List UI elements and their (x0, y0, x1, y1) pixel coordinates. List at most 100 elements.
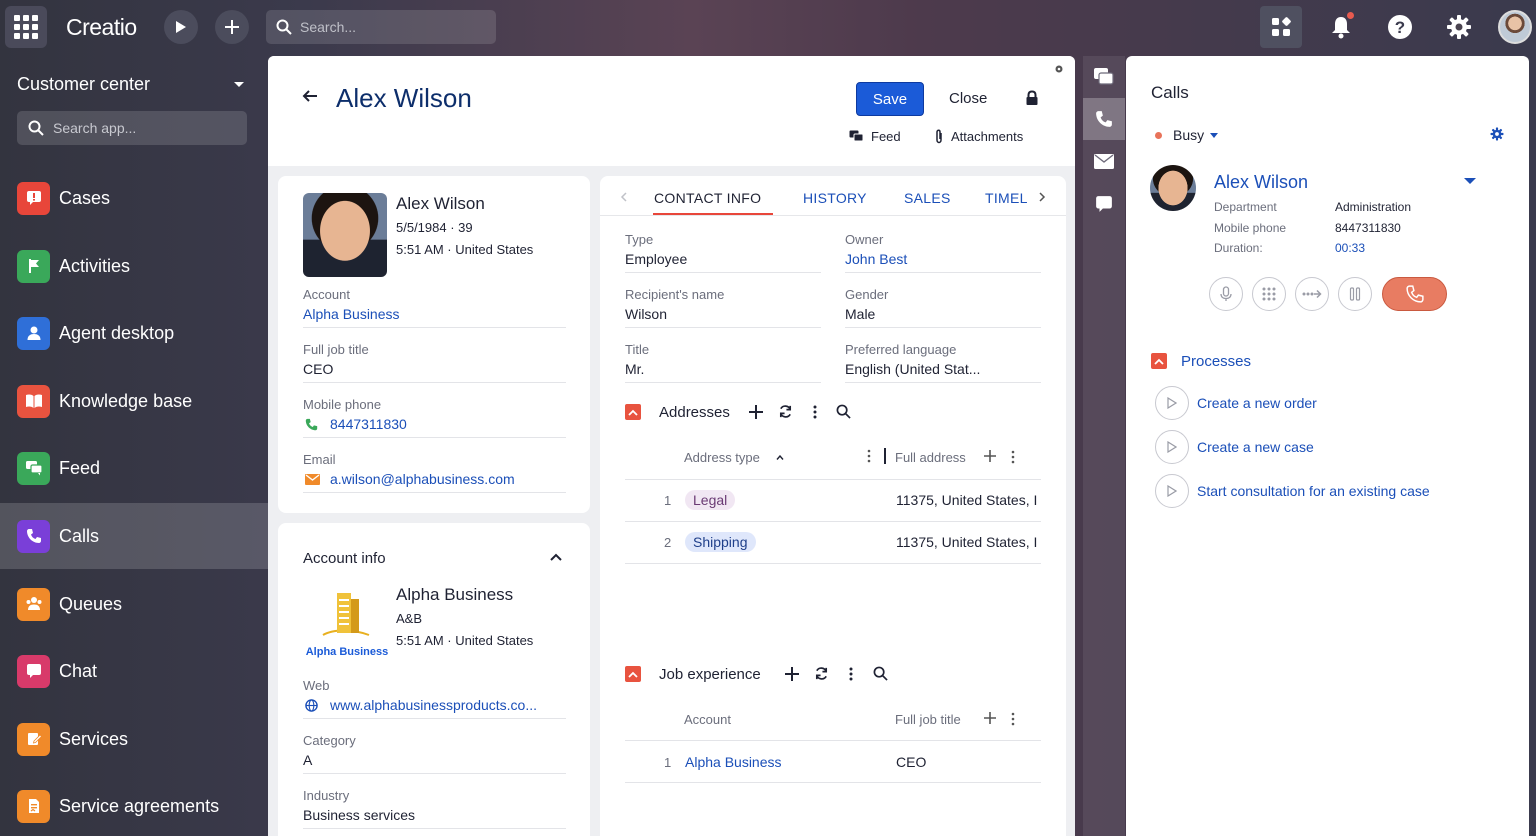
process-create-case[interactable]: Create a new case (1155, 430, 1314, 464)
settings-icon[interactable] (1438, 6, 1480, 48)
collapse-addresses-icon[interactable] (625, 404, 641, 420)
column-address-type[interactable]: Address type (684, 450, 760, 465)
chevron-left-icon[interactable] (620, 192, 627, 202)
language-value[interactable]: English (United Stat... (845, 361, 980, 377)
chevron-up-icon[interactable] (550, 553, 562, 561)
notifications-icon[interactable] (1320, 6, 1362, 48)
refresh-icon[interactable] (814, 666, 829, 681)
recipient-value[interactable]: Wilson (625, 306, 667, 322)
sidebar-item-knowledge-base[interactable]: Knowledge base (0, 368, 268, 434)
address-type-tag[interactable]: Legal (685, 490, 736, 510)
record-header: Alex Wilson Save Close Feed Attachments (268, 56, 1075, 166)
column-full-address[interactable]: Full address (895, 450, 966, 465)
add-address-icon[interactable] (749, 405, 763, 419)
tab-sales[interactable]: SALES (904, 190, 951, 206)
gear-icon[interactable] (1054, 64, 1064, 74)
column-menu-icon[interactable] (1011, 450, 1015, 464)
title-value[interactable]: Mr. (625, 361, 644, 377)
global-search-input[interactable]: Search... (266, 10, 496, 44)
dialpad-button[interactable] (1252, 277, 1286, 311)
add-job-icon[interactable] (785, 667, 799, 681)
mute-button[interactable] (1209, 277, 1243, 311)
feed-link[interactable]: Feed (849, 129, 901, 144)
address-value[interactable]: 11375, United States, I (896, 534, 1041, 550)
column-account[interactable]: Account (684, 712, 731, 727)
status-dropdown[interactable]: Busy (1155, 127, 1219, 143)
back-arrow-icon[interactable] (302, 88, 318, 104)
phone-icon[interactable] (1083, 98, 1125, 140)
process-start-consultation[interactable]: Start consultation for an existing case (1155, 474, 1430, 508)
more-vertical-icon[interactable] (813, 405, 817, 419)
lock-icon[interactable] (1025, 90, 1039, 106)
sort-asc-icon[interactable] (776, 455, 784, 460)
job-title-value[interactable]: CEO (303, 361, 333, 377)
sidebar-item-chat[interactable]: Chat (0, 638, 268, 704)
collapse-processes-icon[interactable] (1151, 353, 1167, 369)
tab-timeline[interactable]: TIMEL (985, 190, 1031, 206)
sidebar-item-queues[interactable]: Queues (0, 571, 268, 637)
process-create-order[interactable]: Create a new order (1155, 386, 1317, 420)
sidebar-item-feed[interactable]: Feed (0, 435, 268, 501)
search-icon[interactable] (836, 404, 851, 419)
globe-icon[interactable] (305, 699, 318, 712)
save-button[interactable]: Save (856, 82, 924, 116)
sidebar-item-cases[interactable]: Cases (0, 165, 268, 231)
app-search-input[interactable]: Search app... (17, 111, 247, 145)
industry-value[interactable]: Business services (303, 807, 415, 823)
sidebar-item-activities[interactable]: Activities (0, 233, 268, 299)
email-icon[interactable] (1083, 140, 1125, 182)
user-avatar[interactable] (1498, 10, 1532, 44)
chevron-right-icon[interactable] (1039, 192, 1046, 202)
sidebar-item-service-agreements[interactable]: Service agreements (0, 773, 268, 836)
phone-icon[interactable] (305, 418, 318, 431)
caller-name[interactable]: Alex Wilson (1214, 172, 1308, 193)
help-icon[interactable]: ? (1379, 6, 1421, 48)
owner-value[interactable]: John Best (845, 251, 907, 267)
chat-icon[interactable] (1083, 183, 1125, 225)
gender-value[interactable]: Male (845, 306, 875, 322)
search-icon[interactable] (873, 666, 888, 681)
add-column-icon[interactable] (984, 712, 996, 724)
column-divider[interactable] (884, 448, 886, 464)
sidebar-item-agent-desktop[interactable]: Agent desktop (0, 300, 268, 366)
refresh-icon[interactable] (778, 404, 793, 419)
web-value[interactable]: www.alphabusinessproducts.co... (330, 697, 537, 713)
sidebar-item-calls[interactable]: Calls (0, 503, 268, 569)
column-menu-icon[interactable] (1011, 712, 1015, 726)
type-value[interactable]: Employee (625, 251, 687, 267)
add-icon[interactable] (215, 10, 249, 44)
feed-icon (849, 130, 864, 142)
tab-history[interactable]: HISTORY (803, 190, 867, 206)
mobile-value[interactable]: 8447311830 (330, 416, 407, 432)
column-full-job-title[interactable]: Full job title (895, 712, 961, 727)
attachments-link[interactable]: Attachments (934, 129, 1023, 144)
app-grid-icon[interactable] (5, 6, 47, 48)
email-icon[interactable] (305, 474, 320, 485)
messages-icon[interactable] (1083, 56, 1125, 98)
workplace-title[interactable]: Customer center (17, 74, 150, 95)
sidebar-item-services[interactable]: Services (0, 706, 268, 772)
address-type-tag[interactable]: Shipping (685, 532, 756, 552)
transfer-button[interactable] (1295, 277, 1329, 311)
email-value[interactable]: a.wilson@alphabusiness.com (330, 471, 515, 487)
account-value[interactable]: Alpha Business (303, 306, 400, 322)
account-info-title: Account info (303, 550, 386, 567)
close-button[interactable]: Close (949, 90, 987, 107)
tab-contact-info[interactable]: CONTACT INFO (654, 190, 761, 206)
apps-icon[interactable] (1260, 6, 1302, 48)
more-vertical-icon[interactable] (849, 667, 853, 681)
contact-photo[interactable] (303, 193, 387, 277)
category-value[interactable]: A (303, 752, 312, 768)
gear-icon[interactable] (1490, 127, 1504, 141)
column-menu-icon[interactable] (867, 449, 871, 463)
chevron-down-icon[interactable] (234, 82, 244, 87)
collapse-job-experience-icon[interactable] (625, 666, 641, 682)
job-account-value[interactable]: Alpha Business (685, 754, 782, 770)
chevron-down-icon[interactable] (1464, 178, 1476, 184)
play-icon[interactable] (164, 10, 198, 44)
address-value[interactable]: 11375, United States, I (896, 492, 1041, 508)
hang-up-button[interactable] (1382, 277, 1447, 311)
add-column-icon[interactable] (984, 450, 996, 462)
hold-button[interactable] (1338, 277, 1372, 311)
job-title-value[interactable]: CEO (896, 754, 926, 770)
